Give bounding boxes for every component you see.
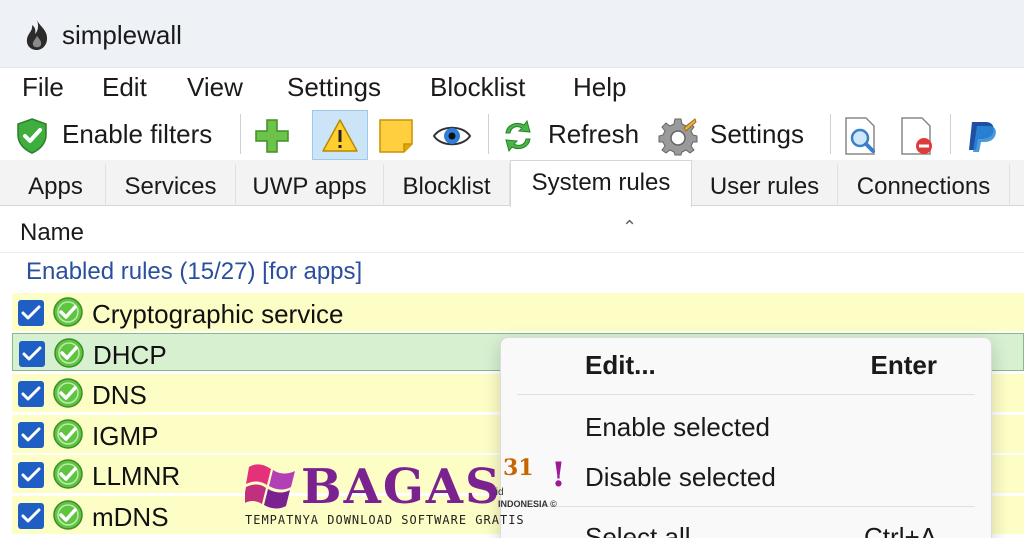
- tab-bar: Apps Services UWP apps Blocklist System …: [0, 160, 1024, 207]
- check-circle-icon: [54, 338, 84, 368]
- tab-user-rules[interactable]: User rules: [692, 164, 838, 206]
- watermark-brand: BAGAS: [301, 459, 502, 515]
- flame-icon: [26, 20, 48, 50]
- checkmark-icon: [21, 467, 41, 482]
- menu-file[interactable]: File: [22, 72, 64, 103]
- toolbar-separator: [950, 114, 951, 154]
- watermark-exclaim: !: [551, 455, 566, 495]
- windows-flag-logo: [245, 464, 295, 509]
- eye-icon[interactable]: [432, 116, 472, 156]
- check-circle-icon: [53, 500, 83, 530]
- document-delete-icon[interactable]: [896, 116, 936, 156]
- paypal-icon[interactable]: [962, 116, 1002, 156]
- tab-uwp-apps[interactable]: UWP apps: [236, 164, 384, 206]
- context-edit[interactable]: Edit...: [585, 350, 656, 381]
- watermark-country: INDONESIA ©: [498, 499, 557, 509]
- title-bar: simplewall: [0, 0, 1024, 68]
- row-checkbox[interactable]: [18, 381, 44, 407]
- context-enable-selected[interactable]: Enable selected: [585, 412, 770, 443]
- menu-separator: [517, 506, 975, 507]
- tab-blocklist[interactable]: Blocklist: [384, 164, 510, 206]
- row-checkbox[interactable]: [18, 462, 44, 488]
- refresh-icon: [505, 119, 531, 153]
- gear-icon: [658, 118, 698, 156]
- sort-ascending-icon: ⌃: [622, 217, 638, 237]
- add-icon[interactable]: [252, 116, 292, 156]
- enable-filters-label: Enable filters: [62, 119, 213, 149]
- window-title: simplewall: [62, 20, 182, 50]
- watermark-tagline: TEMPATNYA DOWNLOAD SOFTWARE GRATIS: [245, 513, 525, 527]
- check-circle-icon: [53, 378, 83, 408]
- enable-filters-button[interactable]: Enable filters: [8, 108, 234, 160]
- row-label: Cryptographic service: [92, 299, 344, 329]
- warning-icon[interactable]: [320, 116, 360, 156]
- column-name[interactable]: Name: [20, 219, 84, 247]
- context-select-all[interactable]: Select all: [585, 522, 691, 538]
- menu-settings[interactable]: Settings: [287, 72, 381, 103]
- menu-view[interactable]: View: [187, 72, 243, 103]
- row-checkbox[interactable]: [18, 422, 44, 448]
- settings-label: Settings: [710, 119, 804, 149]
- tab-connections[interactable]: Connections: [838, 164, 1010, 206]
- tab-system-rules[interactable]: System rules: [510, 160, 692, 207]
- note-icon[interactable]: [376, 116, 416, 156]
- toolbar-separator: [488, 114, 489, 154]
- refresh-label: Refresh: [548, 119, 640, 149]
- context-disable-selected[interactable]: Disable selected: [585, 462, 776, 493]
- row-checkbox[interactable]: [18, 300, 44, 326]
- row-label: mDNS: [92, 502, 169, 532]
- settings-button[interactable]: Settings: [656, 108, 824, 160]
- shield-check-icon: [17, 118, 47, 154]
- menu-help[interactable]: Help: [573, 72, 626, 103]
- row-label: DNS: [92, 380, 147, 410]
- document-search-icon[interactable]: [840, 116, 880, 156]
- refresh-button[interactable]: Refresh: [494, 108, 654, 160]
- checkmark-icon: [21, 508, 41, 523]
- watermark-number: 31: [503, 455, 534, 481]
- row-checkbox[interactable]: [19, 341, 45, 367]
- row-checkbox[interactable]: [18, 503, 44, 529]
- check-circle-icon: [53, 297, 83, 327]
- menu-bar: File Edit View Settings Blocklist Help: [0, 68, 1024, 108]
- toolbar-separator: [830, 114, 831, 154]
- row-label: LLMNR: [92, 461, 181, 491]
- column-header[interactable]: Name ⌃: [0, 207, 1024, 253]
- table-row[interactable]: Cryptographic service: [12, 293, 1024, 331]
- watermark: BAGAS 31 ! .id INDONESIA © TEMPATNYA DOW…: [243, 455, 583, 535]
- watermark-domain: .id: [493, 487, 504, 498]
- menu-edit[interactable]: Edit: [102, 72, 147, 103]
- context-edit-shortcut: Enter: [870, 350, 937, 380]
- checkmark-icon: [21, 305, 41, 320]
- check-circle-icon: [53, 459, 83, 489]
- toolbar-separator: [240, 114, 241, 154]
- checkmark-icon: [21, 386, 41, 401]
- menu-separator: [517, 394, 975, 395]
- check-circle-icon: [53, 419, 83, 449]
- checkmark-icon: [22, 346, 42, 361]
- toolbar: Enable filters Refresh Settings: [0, 108, 1024, 160]
- context-select-all-shortcut: Ctrl+A: [864, 522, 937, 538]
- tab-services[interactable]: Services: [106, 164, 236, 206]
- group-header[interactable]: Enabled rules (15/27) [for apps]: [26, 258, 362, 286]
- checkmark-icon: [21, 427, 41, 442]
- tab-apps[interactable]: Apps: [6, 164, 106, 206]
- row-label: DHCP: [93, 340, 167, 370]
- menu-blocklist[interactable]: Blocklist: [430, 72, 525, 103]
- row-label: IGMP: [92, 421, 159, 451]
